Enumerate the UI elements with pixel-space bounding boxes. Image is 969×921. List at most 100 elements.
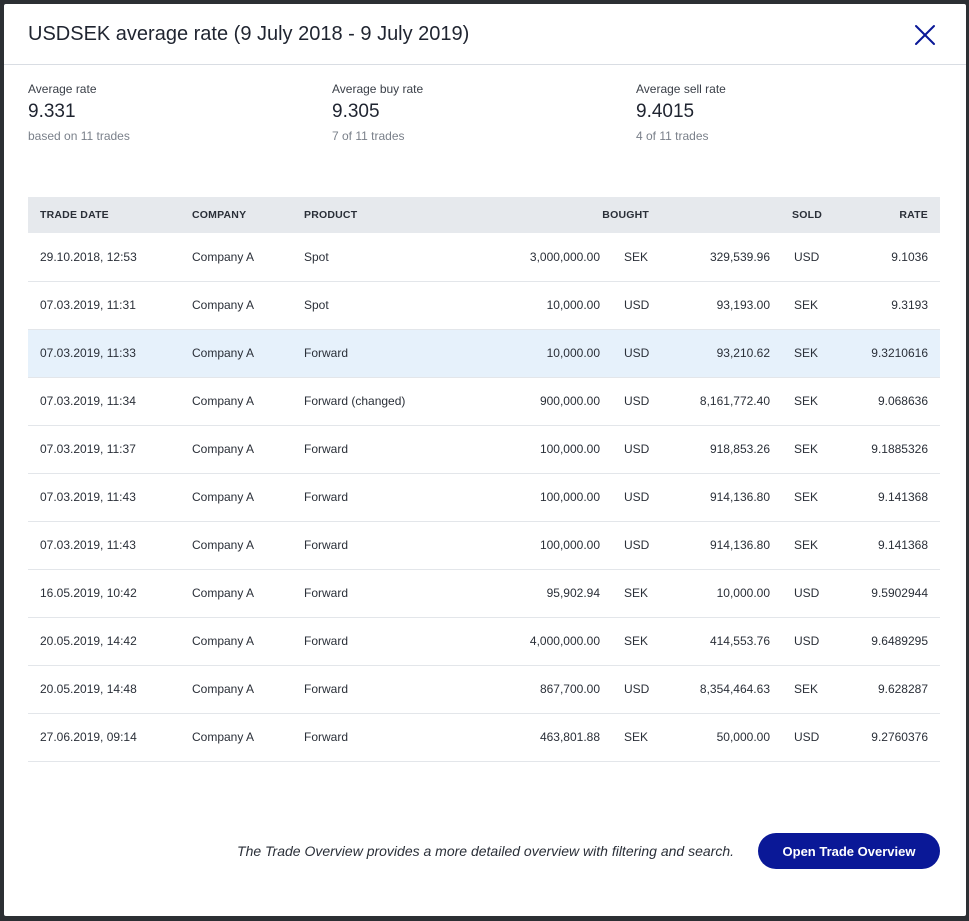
cell-company: Company A xyxy=(192,665,304,714)
table-row[interactable]: 07.03.2019, 11:31 Company A Spot 10,000.00 U… xyxy=(28,281,940,330)
cell-trade-date: 07.03.2019, 11:34 xyxy=(28,377,192,426)
cell-rate: 9.141368 xyxy=(824,473,940,522)
table-row[interactable]: 07.03.2019, 11:37 Company A Forward 100,000… xyxy=(28,425,940,474)
cell-sold-currency: SEK xyxy=(770,281,824,330)
cell-trade-date: 07.03.2019, 11:33 xyxy=(28,329,192,378)
cell-bought-amount: 100,000.00 xyxy=(454,521,600,570)
column-header-trade-date[interactable]: TRADE DATE xyxy=(28,197,192,233)
cell-trade-date: 29.10.2018, 12:53 xyxy=(28,233,192,282)
table-row[interactable]: 07.03.2019, 11:43 Company A Forward 100,000… xyxy=(28,521,940,570)
cell-bought-currency: USD xyxy=(600,665,652,714)
cell-trade-date: 27.06.2019, 09:14 xyxy=(28,713,192,762)
cell-product: Forward xyxy=(304,665,454,714)
cell-product: Forward xyxy=(304,329,454,378)
trades-table-container: TRADE DATE COMPANY PRODUCT BOUGHT SOLD R… xyxy=(28,197,940,762)
stat-label: Average buy rate xyxy=(332,82,424,96)
column-header-bought[interactable]: BOUGHT xyxy=(600,197,652,233)
cell-bought-currency: SEK xyxy=(600,617,652,666)
cell-sold-amount: 8,354,464.63 xyxy=(652,665,770,714)
cell-sold-amount: 93,193.00 xyxy=(652,281,770,330)
column-header-product[interactable]: PRODUCT xyxy=(304,197,454,233)
cell-bought-currency: USD xyxy=(600,329,652,378)
table-header-row: TRADE DATE COMPANY PRODUCT BOUGHT SOLD R… xyxy=(28,197,940,233)
cell-sold-amount: 50,000.00 xyxy=(652,713,770,762)
cell-bought-currency: USD xyxy=(600,473,652,522)
cell-company: Company A xyxy=(192,617,304,666)
cell-bought-currency: SEK xyxy=(600,713,652,762)
cell-bought-amount: 95,902.94 xyxy=(454,569,600,618)
table-row[interactable]: 27.06.2019, 09:14 Company A Forward 463,801… xyxy=(28,713,940,762)
stat-average-sell-rate: Average sell rate 9.4015 4 of 11 trades xyxy=(636,82,726,143)
cell-company: Company A xyxy=(192,521,304,570)
cell-trade-date: 07.03.2019, 11:43 xyxy=(28,521,192,570)
cell-bought-currency: USD xyxy=(600,425,652,474)
stat-value: 9.305 xyxy=(332,101,380,122)
cell-bought-amount: 100,000.00 xyxy=(454,425,600,474)
dialog-header: USDSEK average rate (9 July 2018 - 9 Jul… xyxy=(4,4,966,65)
cell-product: Forward xyxy=(304,713,454,762)
stat-value: 9.4015 xyxy=(636,101,695,122)
column-header-bought-spacer xyxy=(454,197,600,233)
cell-bought-currency: USD xyxy=(600,521,652,570)
cell-sold-currency: SEK xyxy=(770,425,824,474)
cell-bought-amount: 867,700.00 xyxy=(454,665,600,714)
stat-value: 9.331 xyxy=(28,101,76,122)
cell-trade-date: 07.03.2019, 11:43 xyxy=(28,473,192,522)
table-row[interactable]: 07.03.2019, 11:34 Company A Forward (chang… xyxy=(28,377,940,426)
cell-sold-currency: SEK xyxy=(770,473,824,522)
stat-average-buy-rate: Average buy rate 9.305 7 of 11 trades xyxy=(332,82,423,143)
stat-subtext: based on 11 trades xyxy=(28,129,130,143)
table-row[interactable]: 29.10.2018, 12:53 Company A Spot 3,000,000.… xyxy=(28,233,940,282)
cell-product: Forward xyxy=(304,569,454,618)
cell-bought-amount: 100,000.00 xyxy=(454,473,600,522)
trades-table: TRADE DATE COMPANY PRODUCT BOUGHT SOLD R… xyxy=(28,197,940,762)
cell-company: Company A xyxy=(192,281,304,330)
cell-rate: 9.5902944 xyxy=(824,569,940,618)
cell-bought-currency: SEK xyxy=(600,569,652,618)
cell-bought-amount: 10,000.00 xyxy=(454,329,600,378)
table-row[interactable]: 20.05.2019, 14:42 Company A Forward 4,000,0… xyxy=(28,617,940,666)
footer-hint: The Trade Overview provides a more detai… xyxy=(237,843,734,859)
cell-sold-amount: 93,210.62 xyxy=(652,329,770,378)
stat-label: Average sell rate xyxy=(636,82,726,96)
cell-sold-currency: USD xyxy=(770,233,824,282)
table-row[interactable]: 07.03.2019, 11:33 Company A Forward 10,000.… xyxy=(28,329,940,378)
cell-rate: 9.3210616 xyxy=(824,329,940,378)
cell-bought-currency: SEK xyxy=(600,233,652,282)
cell-sold-currency: USD xyxy=(770,713,824,762)
close-button[interactable] xyxy=(912,22,938,48)
cell-sold-amount: 918,853.26 xyxy=(652,425,770,474)
cell-rate: 9.1036 xyxy=(824,233,940,282)
column-header-rate[interactable]: RATE xyxy=(824,197,940,233)
table-row[interactable]: 16.05.2019, 10:42 Company A Forward 95,902.… xyxy=(28,569,940,618)
cell-sold-amount: 8,161,772.40 xyxy=(652,377,770,426)
cell-rate: 9.6489295 xyxy=(824,617,940,666)
open-trade-overview-button[interactable]: Open Trade Overview xyxy=(758,833,940,869)
cell-sold-currency: SEK xyxy=(770,521,824,570)
cell-sold-amount: 329,539.96 xyxy=(652,233,770,282)
close-icon xyxy=(915,25,935,45)
table-row[interactable]: 20.05.2019, 14:48 Company A Forward 867,700… xyxy=(28,665,940,714)
cell-product: Spot xyxy=(304,233,454,282)
cell-trade-date: 20.05.2019, 14:48 xyxy=(28,665,192,714)
cell-bought-amount: 3,000,000.00 xyxy=(454,233,600,282)
cell-company: Company A xyxy=(192,473,304,522)
cell-rate: 9.1885326 xyxy=(824,425,940,474)
cell-trade-date: 07.03.2019, 11:31 xyxy=(28,281,192,330)
cell-sold-amount: 914,136.80 xyxy=(652,521,770,570)
column-header-sold[interactable]: SOLD xyxy=(770,197,824,233)
cell-trade-date: 20.05.2019, 14:42 xyxy=(28,617,192,666)
dialog-title: USDSEK average rate (9 July 2018 - 9 Jul… xyxy=(28,23,470,45)
cell-product: Forward xyxy=(304,473,454,522)
cell-rate: 9.2760376 xyxy=(824,713,940,762)
cell-product: Forward xyxy=(304,425,454,474)
cell-trade-date: 16.05.2019, 10:42 xyxy=(28,569,192,618)
cell-sold-currency: SEK xyxy=(770,377,824,426)
rate-summary: Average rate 9.331 based on 11 trades Av… xyxy=(28,82,940,152)
cell-company: Company A xyxy=(192,233,304,282)
table-row[interactable]: 07.03.2019, 11:43 Company A Forward 100,000… xyxy=(28,473,940,522)
cell-product: Forward xyxy=(304,617,454,666)
cell-bought-currency: USD xyxy=(600,377,652,426)
stat-label: Average rate xyxy=(28,82,97,96)
column-header-company[interactable]: COMPANY xyxy=(192,197,304,233)
